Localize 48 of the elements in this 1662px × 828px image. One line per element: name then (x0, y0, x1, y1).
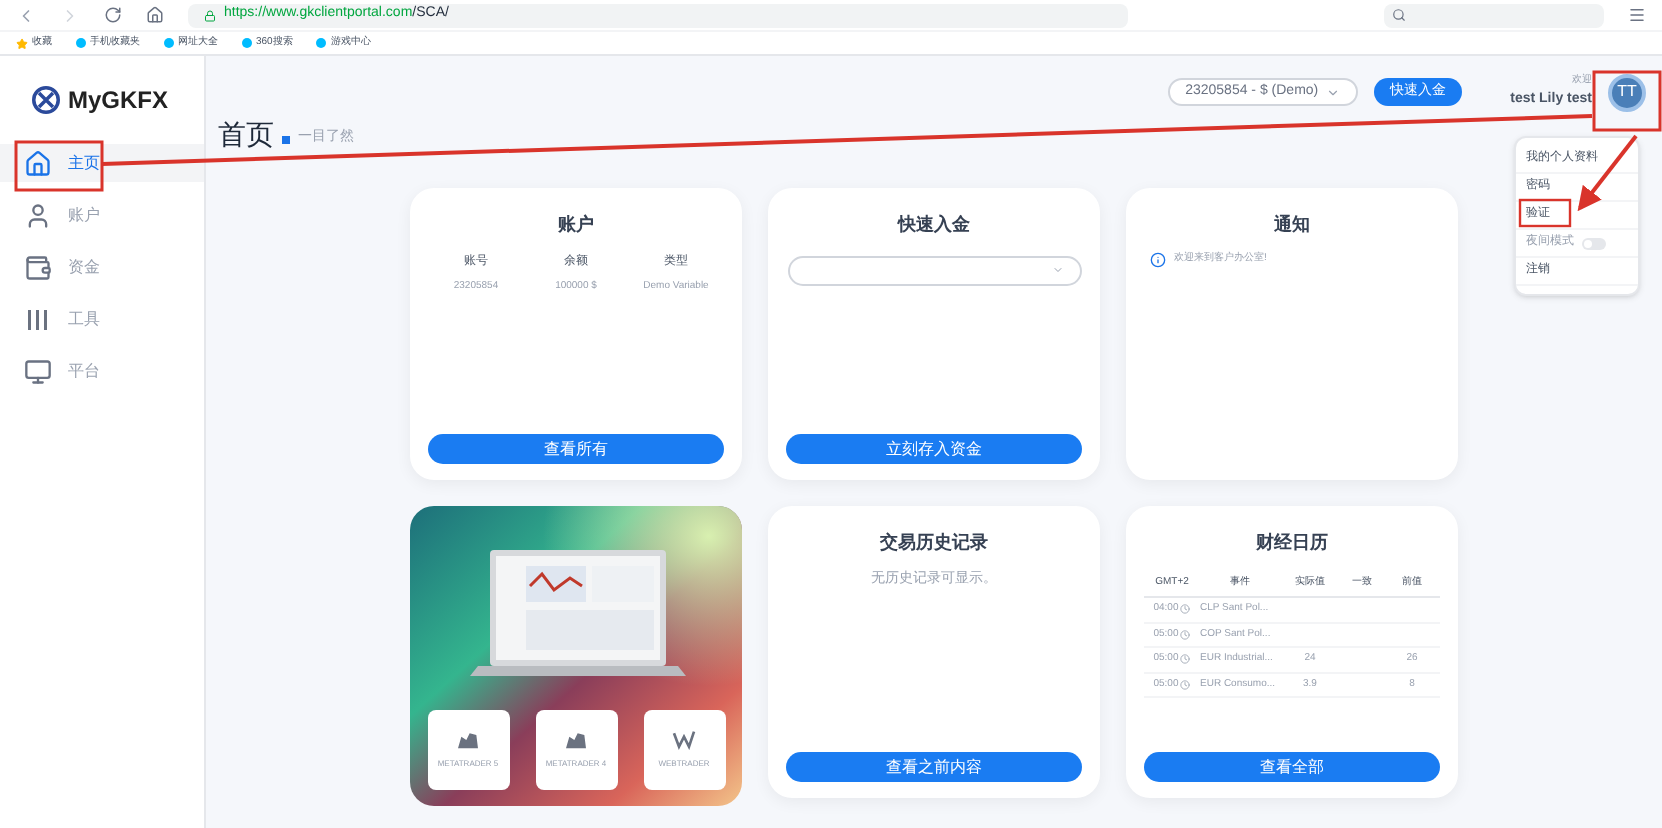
chevron-icon (1326, 85, 1341, 99)
page-title: 首页 (218, 120, 274, 148)
search-field[interactable] (1384, 3, 1604, 27)
monitor-icon (24, 357, 52, 385)
sidebar-item[interactable]: 平台 (0, 352, 204, 390)
action-button[interactable]: 查看全部 (1144, 752, 1440, 782)
bookmark-icon (316, 38, 327, 48)
highlight-frame (1592, 70, 1662, 132)
menu-icon[interactable] (1628, 6, 1646, 24)
avatar[interactable]: TT (1608, 73, 1646, 111)
clock-icon (1180, 629, 1191, 640)
bookmark-icon (164, 38, 174, 48)
bookmark-icon (242, 38, 252, 48)
search-icon (1392, 8, 1406, 22)
action-button[interactable]: 查看之前内容 (786, 752, 1082, 782)
action-button[interactable]: 立刻存入资金 (786, 434, 1082, 464)
user-icon (24, 201, 52, 229)
lock-icon (204, 9, 216, 21)
info-icon (1150, 251, 1166, 267)
sidebar-item[interactable]: 工具 (0, 300, 204, 338)
sidebar-item[interactable]: 账户 (0, 196, 204, 234)
reload-icon[interactable] (104, 6, 122, 24)
clock-icon (1180, 604, 1191, 615)
card-title: 快速入金 (898, 212, 970, 238)
card-title: 交易历史记录 (880, 530, 988, 556)
home-icon[interactable] (146, 6, 164, 24)
card-title: 账户 (558, 212, 594, 238)
logo-text: MyGKFX (68, 84, 169, 118)
home-icon (24, 149, 52, 177)
card-title: 财经日历 (1256, 530, 1328, 556)
highlight-frame (1518, 198, 1572, 228)
sidebar-item[interactable]: 主页 (0, 144, 204, 182)
annotation-arrow (1577, 134, 1638, 212)
highlight-frame (14, 140, 104, 192)
chevron-icon (1051, 264, 1063, 276)
title-marker-icon (282, 136, 290, 144)
star-icon (16, 37, 28, 49)
card-title: 通知 (1274, 212, 1310, 238)
sidebar-item[interactable]: 资金 (0, 248, 204, 286)
clock-icon (1180, 679, 1191, 690)
bookmark-icon (76, 38, 86, 48)
logo-icon (32, 86, 60, 114)
account-dropdown[interactable] (787, 255, 1081, 285)
chart-line-icon (672, 730, 696, 750)
clock-icon (1180, 654, 1191, 665)
wallet-icon (24, 253, 52, 281)
action-button[interactable]: 查看所有 (428, 434, 724, 464)
bars-icon (24, 305, 52, 333)
